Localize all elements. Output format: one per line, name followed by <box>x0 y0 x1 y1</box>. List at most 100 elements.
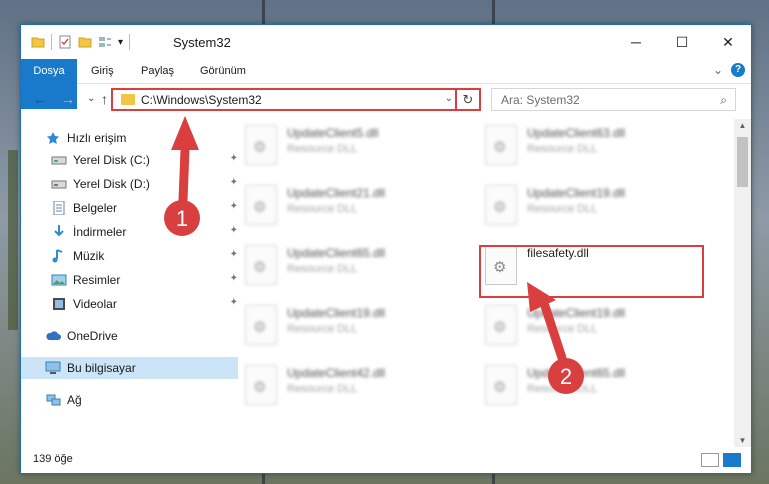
sidebar-item-label: Yerel Disk (D:) <box>73 177 150 191</box>
drive-icon <box>51 156 67 165</box>
sidebar-item-downloads[interactable]: İndirmeler ✦ <box>21 221 244 243</box>
scroll-up-icon[interactable]: ▲ <box>734 121 751 130</box>
dll-file-icon: ⚙ <box>485 185 517 225</box>
file-item[interactable]: ⚙ UpdateClient5.dll Resource DLL <box>245 123 475 173</box>
toolbar-separator <box>51 34 52 50</box>
file-item[interactable]: ⚙ UpdateClient42.dll Resource DLL <box>245 363 475 413</box>
up-icon[interactable]: ↑ <box>101 91 108 107</box>
file-type: Resource DLL <box>287 203 358 215</box>
explorer-window: ▾ System32 ─ ☐ ✕ Dosya Giriş Paylaş Görü… <box>20 24 752 474</box>
refresh-icon[interactable]: ↻ <box>455 90 479 109</box>
highlight-box <box>479 245 704 298</box>
address-bar[interactable]: C:\Windows\System32 ⌄ ↻ <box>111 88 481 111</box>
sidebar-item-quick-access[interactable]: Hızlı erişim <box>21 127 238 149</box>
folder-icon <box>31 37 45 48</box>
file-list: ⚙ UpdateClient5.dll Resource DLL ⚙ Updat… <box>221 119 731 447</box>
folder-icon <box>121 94 135 105</box>
dll-file-icon: ⚙ <box>485 305 517 345</box>
file-type: Resource DLL <box>287 143 358 155</box>
expand-ribbon-icon[interactable]: ⌄ <box>713 63 723 77</box>
properties-icon[interactable] <box>58 35 72 49</box>
forward-icon[interactable]: → <box>61 91 75 107</box>
sidebar-item-label: Belgeler <box>73 201 118 215</box>
sidebar-item-local-disk-c[interactable]: Yerel Disk (C:) ✦ <box>21 149 244 171</box>
new-folder-icon[interactable] <box>78 35 92 49</box>
address-path[interactable]: C:\Windows\System32 <box>141 93 262 107</box>
file-type: Resource DLL <box>527 323 598 335</box>
help-icon[interactable]: ? <box>731 63 745 77</box>
file-item[interactable]: ⚙ UpdateClient19.dll Resource DLL <box>485 183 715 233</box>
file-name: UpdateClient21.dll <box>287 186 386 200</box>
vertical-scrollbar[interactable]: ▲ ▼ <box>734 119 751 447</box>
minimize-button[interactable]: ─ <box>613 25 659 59</box>
computer-icon <box>45 361 61 374</box>
file-type: Resource DLL <box>527 143 598 155</box>
toolbar-separator <box>129 34 131 50</box>
download-icon <box>54 225 64 237</box>
quick-access-toolbar: ▾ <box>31 34 131 50</box>
status-bar: 139 öğe <box>21 447 751 473</box>
qat-dropdown-icon[interactable]: ▾ <box>118 37 123 48</box>
file-name: UpdateClient65.dll <box>287 246 386 260</box>
file-name: UpdateClient19.dll <box>287 306 386 320</box>
file-item[interactable]: ⚙ UpdateClient65.dll Resource DLL <box>245 243 475 293</box>
navigation-bar: ← → ⌄ ↑ C:\Windows\System32 ⌄ ↻ Ara: Sys… <box>21 85 751 115</box>
file-item[interactable]: ⚙ UpdateClient63.dll Resource DLL <box>485 123 715 173</box>
sidebar-item-label: Ağ <box>67 393 82 407</box>
dll-file-icon: ⚙ <box>245 125 277 165</box>
dll-file-icon: ⚙ <box>245 305 277 345</box>
file-type: Resource DLL <box>287 263 358 275</box>
sidebar-item-label: Bu bilgisayar <box>67 361 136 375</box>
sidebar-item-label: Yerel Disk (C:) <box>73 153 150 167</box>
file-name: UpdateClient19.dll <box>527 306 626 320</box>
file-item[interactable]: ⚙ UpdateClient19.dll Resource DLL <box>245 303 475 353</box>
recent-locations-icon[interactable]: ⌄ <box>87 93 95 104</box>
file-item[interactable]: ⚙ UpdateClient19.dll Resource DLL <box>485 303 715 353</box>
tab-view[interactable]: Görünüm <box>188 59 258 83</box>
file-type: Resource DLL <box>527 203 598 215</box>
tab-share[interactable]: Paylaş <box>129 59 186 83</box>
pictures-icon <box>51 274 67 286</box>
music-icon <box>52 249 63 263</box>
ribbon-tabs: Dosya Giriş Paylaş Görünüm ⌄ ? <box>21 59 751 109</box>
network-icon <box>46 394 61 406</box>
sidebar-item-pictures[interactable]: Resimler ✦ <box>21 269 244 291</box>
cloud-icon <box>46 331 61 340</box>
view-switcher <box>701 453 741 467</box>
title-bar: ▾ System32 ─ ☐ ✕ <box>21 25 751 59</box>
search-input[interactable]: Ara: System32 ⌕ <box>491 88 736 111</box>
maximize-button[interactable]: ☐ <box>659 25 705 59</box>
search-icon[interactable]: ⌕ <box>720 93 727 108</box>
address-dropdown-icon[interactable]: ⌄ <box>445 93 453 104</box>
dll-file-icon: ⚙ <box>245 245 277 285</box>
sidebar-item-local-disk-d[interactable]: Yerel Disk (D:) ✦ <box>21 173 244 195</box>
scrollbar-thumb[interactable] <box>737 137 748 187</box>
scroll-down-icon[interactable]: ▼ <box>734 436 751 445</box>
sidebar-item-label: OneDrive <box>67 329 118 343</box>
sidebar-item-label: İndirmeler <box>73 225 127 239</box>
tab-home[interactable]: Giriş <box>79 59 126 83</box>
sidebar-item-documents[interactable]: Belgeler ✦ <box>21 197 244 219</box>
video-icon <box>53 298 65 310</box>
search-placeholder: Ara: System32 <box>501 93 580 107</box>
close-button[interactable]: ✕ <box>705 25 751 59</box>
customize-toolbar-icon[interactable] <box>98 35 112 49</box>
back-icon[interactable]: ← <box>33 91 47 107</box>
file-item[interactable]: ⚙ UpdateClient65.dll Resource DLL <box>485 363 715 413</box>
sidebar-item-music[interactable]: Müzik ✦ <box>21 245 244 267</box>
file-type: Resource DLL <box>527 383 598 395</box>
file-item[interactable]: ⚙ UpdateClient21.dll Resource DLL <box>245 183 475 233</box>
file-name: UpdateClient63.dll <box>527 126 626 140</box>
file-name: UpdateClient65.dll <box>527 366 626 380</box>
sidebar-item-network[interactable]: Ağ <box>21 389 238 411</box>
details-view-icon[interactable] <box>701 453 719 467</box>
file-name: UpdateClient5.dll <box>287 126 379 140</box>
file-name: UpdateClient19.dll <box>527 186 626 200</box>
sidebar-item-videos[interactable]: Videolar ✦ <box>21 293 244 315</box>
star-icon <box>47 132 59 144</box>
sidebar-item-label: Hızlı erişim <box>67 131 127 145</box>
sidebar-item-this-pc[interactable]: Bu bilgisayar <box>21 357 238 379</box>
sidebar-item-onedrive[interactable]: OneDrive <box>21 325 238 347</box>
document-icon <box>53 201 65 215</box>
large-icons-view-icon[interactable] <box>723 453 741 467</box>
